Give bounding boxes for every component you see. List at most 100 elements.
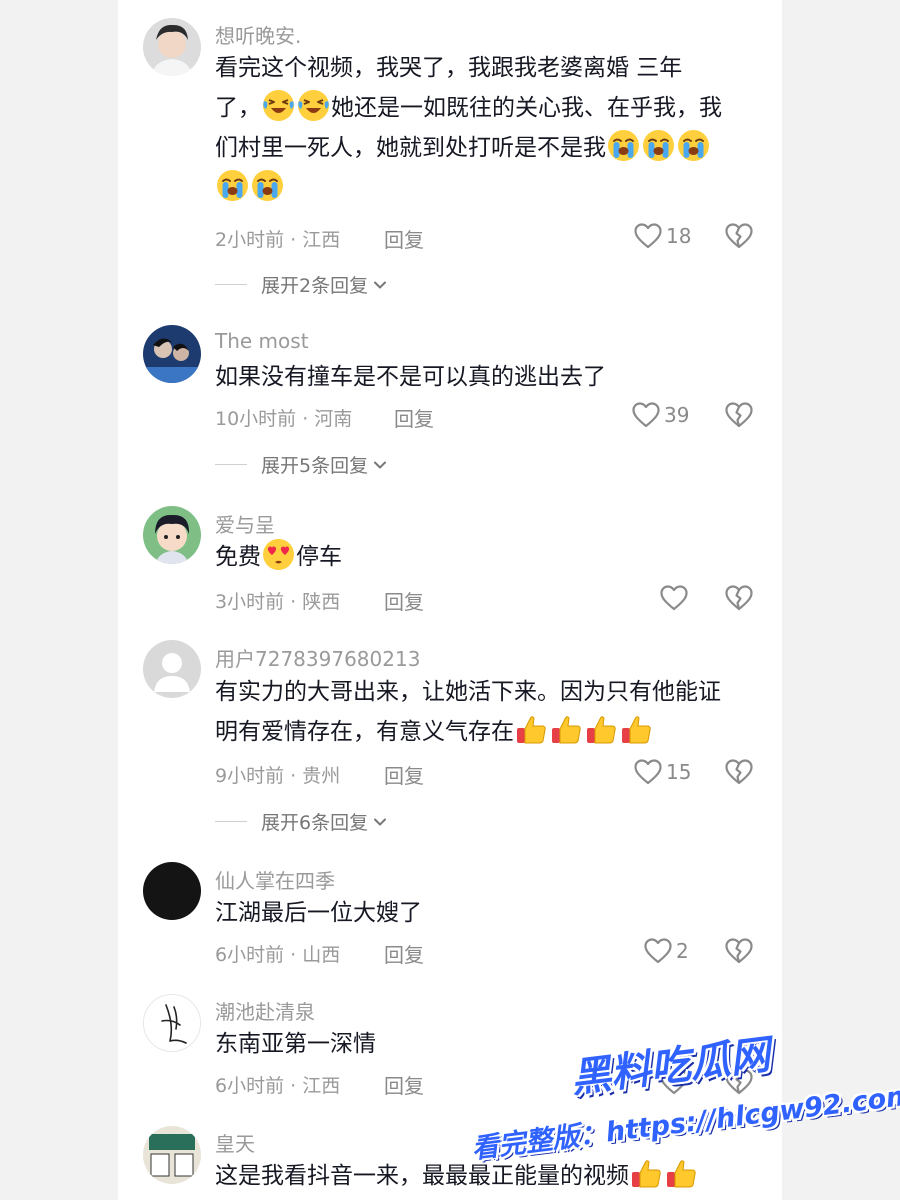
comment-text-segment: 这是我看抖音一来，最最最正能量的视频 [215,1163,629,1189]
like-count: 2 [676,939,689,963]
heart-icon [634,759,662,785]
like-button[interactable] [660,585,692,611]
comment-text-segment: 停车 [296,544,342,570]
avatar[interactable] [143,325,201,383]
dislike-button[interactable] [725,759,753,785]
like-count: 18 [666,224,692,248]
crying-emoji-icon [607,129,640,162]
heart-eyes-emoji-icon [262,538,295,571]
like-button[interactable] [660,1069,692,1095]
comment-time-location: 3小时前 · 陕西 [215,591,341,613]
comment-text: 如果没有撞车是不是可以真的逃出去了 [215,364,606,390]
reply-button[interactable]: 回复 [384,224,424,253]
thumbs-up-emoji-icon [585,713,618,746]
heart-icon [660,585,688,611]
dislike-button[interactable] [725,585,753,611]
heart-icon [644,938,672,964]
broken-heart-icon [725,938,753,964]
comment-line [215,168,760,208]
comment-line: 有实力的大哥出来，让她活下来。因为只有他能证 [215,679,721,705]
expand-replies-label: 展开6条回复 [261,812,369,834]
like-button[interactable]: 39 [632,402,689,428]
comment-text: 看完这个视频，我哭了，我跟我老婆离婚 三年 了， 她还是一如既往的关心我、在乎我，… [215,48,760,208]
broken-heart-icon [725,223,753,249]
comment-line-segment: 她还是一如既往的关心我、在乎我，我 [331,95,722,121]
expand-replies-label: 展开2条回复 [261,275,369,297]
heart-icon [632,402,660,428]
avatar[interactable] [143,1126,201,1184]
dislike-button[interactable] [725,223,753,249]
comment-username[interactable]: 皇天 [215,1128,255,1157]
heart-icon [660,1069,688,1095]
dislike-button[interactable] [725,402,753,428]
avatar[interactable] [143,994,201,1052]
crying-emoji-icon [216,169,249,202]
reply-button[interactable]: 回复 [384,939,424,968]
reply-button[interactable]: 回复 [384,760,424,789]
thumbs-up-emoji-icon [550,713,583,746]
thumbs-up-emoji-icon [665,1157,698,1190]
comment-text: 免费 停车 [215,537,760,577]
chevron-down-icon [372,277,388,293]
comment-line: 看完这个视频，我哭了，我跟我老婆离婚 三年 [215,55,683,81]
laughing-crying-emoji-icon [297,89,330,122]
avatar[interactable] [143,506,201,564]
comment-text: 这是我看抖音一来，最最最正能量的视频 [215,1156,760,1196]
like-count: 39 [664,403,690,427]
dislike-button[interactable] [725,1069,753,1095]
like-button[interactable]: 18 [634,223,691,249]
crying-emoji-icon [642,129,675,162]
broken-heart-icon [725,402,753,428]
comment-text: 江湖最后一位大嫂了 [215,900,422,926]
comment-line: 明有爱情存在，有意义气存在 [215,712,760,752]
comment-line-segment: 了， [215,95,261,121]
crying-emoji-icon [251,169,284,202]
comment-time-location: 9小时前 · 贵州 [215,765,341,787]
avatar[interactable] [143,862,201,920]
comment-text-segment: 免费 [215,544,261,570]
comment-username[interactable]: 用户7278397680213 [215,643,420,672]
like-button[interactable]: 15 [634,759,691,785]
avatar[interactable] [143,640,201,698]
comment-username[interactable]: 仙人掌在四季 [215,865,335,894]
comment-line: 了， 她还是一如既往的关心我、在乎我，我 [215,88,760,128]
expand-replies-button[interactable]: 展开6条回复 [215,808,388,835]
broken-heart-icon [725,585,753,611]
broken-heart-icon [725,759,753,785]
heart-icon [634,223,662,249]
reply-button[interactable]: 回复 [394,403,434,432]
comment-username[interactable]: The most [215,329,309,353]
chevron-down-icon [372,814,388,830]
comment-text: 东南亚第一深情 [215,1031,376,1057]
reply-button[interactable]: 回复 [384,1070,424,1099]
like-button[interactable]: 2 [644,938,689,964]
divider [215,464,247,465]
comment-username[interactable]: 潮池赴清泉 [215,996,315,1025]
comment-text: 有实力的大哥出来，让她活下来。因为只有他能证 明有爱情存在，有意义气存在 [215,672,760,752]
reply-button[interactable]: 回复 [384,586,424,615]
divider [215,821,247,822]
laughing-crying-emoji-icon [262,89,295,122]
chevron-down-icon [372,457,388,473]
thumbs-up-emoji-icon [630,1157,663,1190]
comment-username[interactable]: 爱与呈 [215,509,275,538]
like-count: 15 [666,760,692,784]
comment-time-location: 6小时前 · 江西 [215,1075,341,1097]
comment-username[interactable]: 想听晚安. [215,20,301,49]
avatar[interactable] [143,18,201,76]
divider [215,284,247,285]
dislike-button[interactable] [725,938,753,964]
broken-heart-icon [725,1069,753,1095]
expand-replies-button[interactable]: 展开2条回复 [215,271,388,298]
comment-time-location: 2小时前 · 江西 [215,229,341,251]
comment-panel: 想听晚安. 看完这个视频，我哭了，我跟我老婆离婚 三年 了， 她还是一如既往的关心… [118,0,782,1200]
comment-time-location: 10小时前 · 河南 [215,408,353,430]
comment-line: 们村里一死人，她就到处打听是不是我 [215,128,760,168]
expand-replies-label: 展开5条回复 [261,455,369,477]
expand-replies-button[interactable]: 展开5条回复 [215,451,388,478]
crying-emoji-icon [677,129,710,162]
comment-line-segment: 们村里一死人，她就到处打听是不是我 [215,135,606,161]
comment-line-segment: 明有爱情存在，有意义气存在 [215,719,514,745]
thumbs-up-emoji-icon [515,713,548,746]
comment-time-location: 6小时前 · 山西 [215,944,341,966]
